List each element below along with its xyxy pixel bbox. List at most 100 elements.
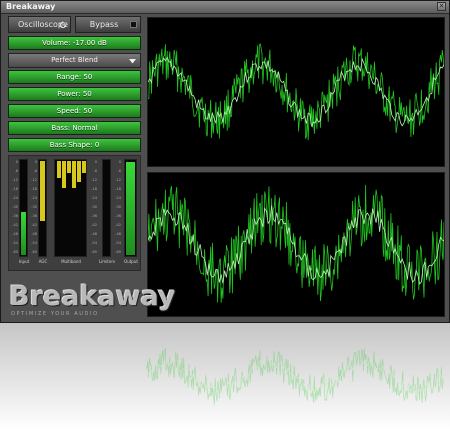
volume-label: Volume: -17.00 dB: [42, 39, 107, 47]
waveform-trace-bright: [147, 205, 445, 285]
scale-tick: -30: [115, 205, 121, 209]
scale-tick: -48: [91, 232, 97, 236]
input-meter-fill: [21, 211, 26, 255]
scale-tick: -30: [12, 205, 18, 209]
scale-tick: -54: [12, 241, 18, 245]
waveform-trace: [147, 43, 445, 141]
scale-tick: -6: [14, 169, 19, 173]
bass-shape-button[interactable]: Bass Shape: 0: [8, 138, 141, 152]
logo-name: Breakaway: [9, 281, 176, 312]
app-window: Breakaway ✕ Oscilloscope Bypass Volume: …: [0, 0, 450, 323]
scale-tick: -18: [115, 187, 121, 191]
breakaway-logo: Breakaway OPTIMIZE YOUR AUDIO: [9, 282, 176, 318]
scale-tick: -18: [31, 187, 37, 191]
scale-tick: -30: [91, 205, 97, 209]
scale-tick: -36: [91, 214, 97, 218]
scale-tick: 0: [34, 160, 37, 164]
scale-tick: -6: [117, 169, 122, 173]
power-button[interactable]: Power: 50: [8, 87, 141, 101]
meter-label-input: Input: [18, 259, 30, 264]
scale-tick: -6: [33, 169, 38, 173]
meter-label-limiters: Limiters: [98, 259, 116, 264]
multiband-bar: [57, 161, 61, 179]
output-meter: [124, 159, 137, 257]
range-label: Range: 50: [56, 73, 93, 81]
scale-tick: -12: [115, 178, 121, 182]
scale-tick: -60: [91, 250, 97, 254]
scale-tick: -6: [93, 169, 98, 173]
agc-scale: 0 -6 -12 -18 -24 -30 -36 -42 -48 -54 -60: [29, 160, 37, 256]
scale-tick: -48: [12, 232, 18, 236]
preset-label: Perfect Blend: [51, 56, 98, 64]
scale-tick: -42: [12, 223, 18, 227]
bass-button[interactable]: Bass: Normal: [8, 121, 141, 135]
power-label: Power: 50: [57, 90, 92, 98]
bypass-label: Bypass: [89, 20, 119, 29]
scale-tick: -18: [91, 187, 97, 191]
window-title: Breakaway: [6, 2, 56, 11]
oscilloscope-bottom: [147, 172, 445, 317]
output-meter-fill-right: [130, 161, 135, 255]
multiband-bar: [62, 161, 66, 188]
scale-tick: -60: [31, 250, 37, 254]
preset-dropdown[interactable]: Perfect Blend: [8, 53, 141, 68]
bypass-button[interactable]: Bypass: [75, 16, 141, 33]
waveform-top: [147, 43, 445, 141]
scale-tick: -60: [12, 250, 18, 254]
scale-tick: -36: [12, 214, 18, 218]
close-button[interactable]: ✕: [437, 2, 446, 11]
multiband-bars: [56, 161, 86, 255]
bypass-checkbox[interactable]: [130, 21, 137, 28]
volume-button[interactable]: Volume: -17.00 dB: [8, 36, 141, 50]
limiters-meter: [102, 159, 111, 257]
close-icon: ✕: [438, 2, 445, 10]
multiband-bar: [72, 161, 76, 188]
scale-tick: 0: [118, 160, 121, 164]
scale-tick: -42: [31, 223, 37, 227]
speed-button[interactable]: Speed: 50: [8, 104, 141, 118]
range-button[interactable]: Range: 50: [8, 70, 141, 84]
refresh-icon: [59, 21, 66, 29]
agc-meter-fill: [40, 161, 45, 221]
scale-tick: 0: [15, 160, 18, 164]
bass-shape-label: Bass Shape: 0: [49, 141, 100, 149]
meter-label-agc: AGC: [38, 259, 48, 264]
logo-tagline: OPTIMIZE YOUR AUDIO: [11, 311, 99, 317]
scale-tick: -36: [31, 214, 37, 218]
title-bar[interactable]: Breakaway ✕: [1, 1, 449, 14]
multiband-bar: [77, 161, 81, 183]
meter-panel: 0 -6 -12 -18 -24 -30 -36 -42 -48 -54 -60 0 -6 -12 -18…: [8, 155, 141, 271]
scale-tick: -24: [115, 196, 121, 200]
scale-tick: -12: [91, 178, 97, 182]
scale-tick: -60: [115, 250, 121, 254]
meter-label-output: Output: [124, 259, 138, 264]
oscilloscope-top: [147, 17, 445, 167]
scale-tick: -48: [31, 232, 37, 236]
scale-tick: -42: [91, 223, 97, 227]
scale-tick: -30: [31, 205, 37, 209]
window-reflection: [0, 323, 450, 430]
chevron-down-icon: [129, 59, 136, 64]
multiband-bar: [82, 161, 86, 173]
scale-tick: -54: [115, 241, 121, 245]
scale-tick: -12: [31, 178, 37, 182]
multiband-bar: [67, 161, 71, 173]
agc-meter: [38, 159, 47, 257]
scale-tick: -42: [115, 223, 121, 227]
scale-tick: -36: [115, 214, 121, 218]
input-scale: 0 -6 -12 -18 -24 -30 -36 -42 -48 -54 -60: [10, 160, 18, 256]
scale-tick: 0: [94, 160, 97, 164]
waveform-trace: [147, 184, 445, 303]
scale-tick: -18: [12, 187, 18, 191]
speed-label: Speed: 50: [56, 107, 93, 115]
oscilloscope-button[interactable]: Oscilloscope: [8, 16, 71, 33]
meter-label-multiband: Multiband: [61, 259, 81, 264]
multiband-scale: 0 -6 -12 -18 -24 -30 -36 -42 -48 -54 -60: [89, 160, 97, 256]
scale-tick: -24: [31, 196, 37, 200]
scale-tick: -48: [115, 232, 121, 236]
bass-label: Bass: Normal: [51, 124, 98, 132]
scale-tick: -54: [91, 241, 97, 245]
scale-tick: -12: [12, 178, 18, 182]
scale-tick: -24: [12, 196, 18, 200]
waveform-bottom: [147, 184, 445, 303]
